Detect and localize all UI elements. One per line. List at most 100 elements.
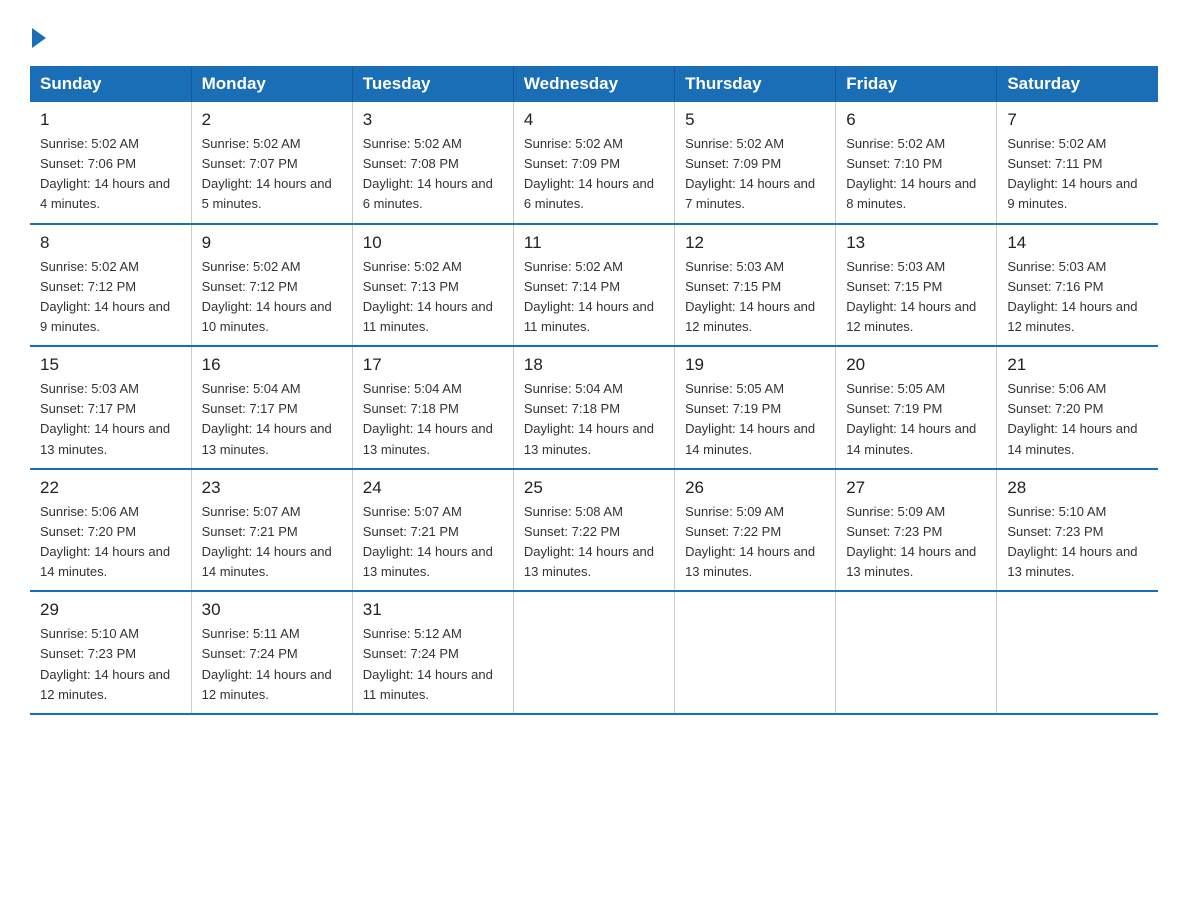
calendar-cell: 1Sunrise: 5:02 AMSunset: 7:06 PMDaylight… bbox=[30, 102, 191, 224]
day-info: Sunrise: 5:03 AMSunset: 7:17 PMDaylight:… bbox=[40, 379, 181, 460]
day-number: 11 bbox=[524, 233, 664, 253]
header bbox=[30, 20, 1158, 48]
calendar-cell: 10 Sunrise: 5:02 AMSunset: 7:13 PMDayligh… bbox=[352, 224, 513, 347]
day-number: 30 bbox=[202, 600, 342, 620]
day-info: Sunrise: 5:04 AMSunset: 7:18 PMDaylight:… bbox=[524, 379, 664, 460]
day-number: 3 bbox=[363, 110, 503, 130]
day-info: Sunrise: 5:02 AMSunset: 7:11 PMDaylight:… bbox=[1007, 134, 1148, 215]
day-number: 19 bbox=[685, 355, 825, 375]
day-number: 10 bbox=[363, 233, 503, 253]
calendar-cell: 25 Sunrise: 5:08 AMSunset: 7:22 PMDayligh… bbox=[513, 469, 674, 592]
calendar-header-row: SundayMondayTuesdayWednesdayThursdayFrid… bbox=[30, 66, 1158, 102]
calendar-cell: 13 Sunrise: 5:03 AMSunset: 7:15 PMDayligh… bbox=[836, 224, 997, 347]
column-header-friday: Friday bbox=[836, 66, 997, 102]
column-header-thursday: Thursday bbox=[675, 66, 836, 102]
calendar-cell bbox=[513, 591, 674, 714]
calendar-cell bbox=[836, 591, 997, 714]
day-number: 25 bbox=[524, 478, 664, 498]
day-info: Sunrise: 5:05 AMSunset: 7:19 PMDaylight:… bbox=[846, 379, 986, 460]
calendar-cell bbox=[675, 591, 836, 714]
day-number: 24 bbox=[363, 478, 503, 498]
day-info: Sunrise: 5:02 AMSunset: 7:08 PMDaylight:… bbox=[363, 134, 503, 215]
day-info: Sunrise: 5:10 AMSunset: 7:23 PMDaylight:… bbox=[40, 624, 181, 705]
day-number: 18 bbox=[524, 355, 664, 375]
day-number: 2 bbox=[202, 110, 342, 130]
calendar-cell: 4 Sunrise: 5:02 AMSunset: 7:09 PMDaylight… bbox=[513, 102, 674, 224]
day-number: 17 bbox=[363, 355, 503, 375]
calendar-cell: 3 Sunrise: 5:02 AMSunset: 7:08 PMDaylight… bbox=[352, 102, 513, 224]
day-info: Sunrise: 5:12 AMSunset: 7:24 PMDaylight:… bbox=[363, 624, 503, 705]
calendar-cell: 8 Sunrise: 5:02 AMSunset: 7:12 PMDaylight… bbox=[30, 224, 191, 347]
day-info: Sunrise: 5:02 AMSunset: 7:09 PMDaylight:… bbox=[685, 134, 825, 215]
calendar-week-row: 15 Sunrise: 5:03 AMSunset: 7:17 PMDayligh… bbox=[30, 346, 1158, 469]
day-number: 13 bbox=[846, 233, 986, 253]
day-number: 9 bbox=[202, 233, 342, 253]
day-number: 16 bbox=[202, 355, 342, 375]
calendar-cell: 2 Sunrise: 5:02 AMSunset: 7:07 PMDaylight… bbox=[191, 102, 352, 224]
column-header-saturday: Saturday bbox=[997, 66, 1158, 102]
day-info: Sunrise: 5:02 AMSunset: 7:12 PMDaylight:… bbox=[202, 257, 342, 338]
day-info: Sunrise: 5:08 AMSunset: 7:22 PMDaylight:… bbox=[524, 502, 664, 583]
calendar-cell: 5Sunrise: 5:02 AMSunset: 7:09 PMDaylight… bbox=[675, 102, 836, 224]
calendar-cell: 24 Sunrise: 5:07 AMSunset: 7:21 PMDayligh… bbox=[352, 469, 513, 592]
calendar-cell bbox=[997, 591, 1158, 714]
day-info: Sunrise: 5:06 AMSunset: 7:20 PMDaylight:… bbox=[40, 502, 181, 583]
day-info: Sunrise: 5:03 AMSunset: 7:15 PMDaylight:… bbox=[685, 257, 825, 338]
calendar-cell: 17Sunrise: 5:04 AMSunset: 7:18 PMDayligh… bbox=[352, 346, 513, 469]
calendar-week-row: 29 Sunrise: 5:10 AMSunset: 7:23 PMDayligh… bbox=[30, 591, 1158, 714]
day-number: 15 bbox=[40, 355, 181, 375]
day-info: Sunrise: 5:02 AMSunset: 7:12 PMDaylight:… bbox=[40, 257, 181, 338]
calendar-cell: 20 Sunrise: 5:05 AMSunset: 7:19 PMDayligh… bbox=[836, 346, 997, 469]
day-info: Sunrise: 5:06 AMSunset: 7:20 PMDaylight:… bbox=[1007, 379, 1148, 460]
day-info: Sunrise: 5:02 AMSunset: 7:13 PMDaylight:… bbox=[363, 257, 503, 338]
calendar-cell: 30 Sunrise: 5:11 AMSunset: 7:24 PMDayligh… bbox=[191, 591, 352, 714]
day-number: 31 bbox=[363, 600, 503, 620]
calendar-cell: 11 Sunrise: 5:02 AMSunset: 7:14 PMDayligh… bbox=[513, 224, 674, 347]
column-header-monday: Monday bbox=[191, 66, 352, 102]
calendar-cell: 22Sunrise: 5:06 AMSunset: 7:20 PMDayligh… bbox=[30, 469, 191, 592]
calendar-cell: 31 Sunrise: 5:12 AMSunset: 7:24 PMDayligh… bbox=[352, 591, 513, 714]
day-info: Sunrise: 5:02 AMSunset: 7:06 PMDaylight:… bbox=[40, 134, 181, 215]
day-number: 7 bbox=[1007, 110, 1148, 130]
calendar-table: SundayMondayTuesdayWednesdayThursdayFrid… bbox=[30, 66, 1158, 715]
calendar-cell: 28 Sunrise: 5:10 AMSunset: 7:23 PMDayligh… bbox=[997, 469, 1158, 592]
calendar-cell: 23Sunrise: 5:07 AMSunset: 7:21 PMDayligh… bbox=[191, 469, 352, 592]
column-header-tuesday: Tuesday bbox=[352, 66, 513, 102]
calendar-week-row: 1Sunrise: 5:02 AMSunset: 7:06 PMDaylight… bbox=[30, 102, 1158, 224]
day-number: 21 bbox=[1007, 355, 1148, 375]
day-info: Sunrise: 5:11 AMSunset: 7:24 PMDaylight:… bbox=[202, 624, 342, 705]
day-info: Sunrise: 5:07 AMSunset: 7:21 PMDaylight:… bbox=[363, 502, 503, 583]
day-info: Sunrise: 5:02 AMSunset: 7:09 PMDaylight:… bbox=[524, 134, 664, 215]
logo bbox=[30, 20, 48, 48]
calendar-cell: 29 Sunrise: 5:10 AMSunset: 7:23 PMDayligh… bbox=[30, 591, 191, 714]
calendar-week-row: 22Sunrise: 5:06 AMSunset: 7:20 PMDayligh… bbox=[30, 469, 1158, 592]
day-info: Sunrise: 5:05 AMSunset: 7:19 PMDaylight:… bbox=[685, 379, 825, 460]
calendar-cell: 7 Sunrise: 5:02 AMSunset: 7:11 PMDaylight… bbox=[997, 102, 1158, 224]
logo-arrow-icon bbox=[32, 28, 46, 48]
day-number: 23 bbox=[202, 478, 342, 498]
calendar-cell: 21 Sunrise: 5:06 AMSunset: 7:20 PMDayligh… bbox=[997, 346, 1158, 469]
calendar-cell: 6Sunrise: 5:02 AMSunset: 7:10 PMDaylight… bbox=[836, 102, 997, 224]
day-info: Sunrise: 5:02 AMSunset: 7:10 PMDaylight:… bbox=[846, 134, 986, 215]
day-info: Sunrise: 5:03 AMSunset: 7:16 PMDaylight:… bbox=[1007, 257, 1148, 338]
day-info: Sunrise: 5:02 AMSunset: 7:07 PMDaylight:… bbox=[202, 134, 342, 215]
day-number: 29 bbox=[40, 600, 181, 620]
column-header-sunday: Sunday bbox=[30, 66, 191, 102]
day-number: 20 bbox=[846, 355, 986, 375]
day-info: Sunrise: 5:03 AMSunset: 7:15 PMDaylight:… bbox=[846, 257, 986, 338]
calendar-cell: 15 Sunrise: 5:03 AMSunset: 7:17 PMDayligh… bbox=[30, 346, 191, 469]
day-info: Sunrise: 5:09 AMSunset: 7:22 PMDaylight:… bbox=[685, 502, 825, 583]
day-number: 26 bbox=[685, 478, 825, 498]
day-info: Sunrise: 5:10 AMSunset: 7:23 PMDaylight:… bbox=[1007, 502, 1148, 583]
day-number: 8 bbox=[40, 233, 181, 253]
calendar-cell: 16Sunrise: 5:04 AMSunset: 7:17 PMDayligh… bbox=[191, 346, 352, 469]
calendar-cell: 19 Sunrise: 5:05 AMSunset: 7:19 PMDayligh… bbox=[675, 346, 836, 469]
day-number: 28 bbox=[1007, 478, 1148, 498]
day-info: Sunrise: 5:09 AMSunset: 7:23 PMDaylight:… bbox=[846, 502, 986, 583]
calendar-cell: 14 Sunrise: 5:03 AMSunset: 7:16 PMDayligh… bbox=[997, 224, 1158, 347]
day-number: 14 bbox=[1007, 233, 1148, 253]
day-info: Sunrise: 5:02 AMSunset: 7:14 PMDaylight:… bbox=[524, 257, 664, 338]
calendar-cell: 18 Sunrise: 5:04 AMSunset: 7:18 PMDayligh… bbox=[513, 346, 674, 469]
day-number: 4 bbox=[524, 110, 664, 130]
calendar-cell: 12Sunrise: 5:03 AMSunset: 7:15 PMDayligh… bbox=[675, 224, 836, 347]
